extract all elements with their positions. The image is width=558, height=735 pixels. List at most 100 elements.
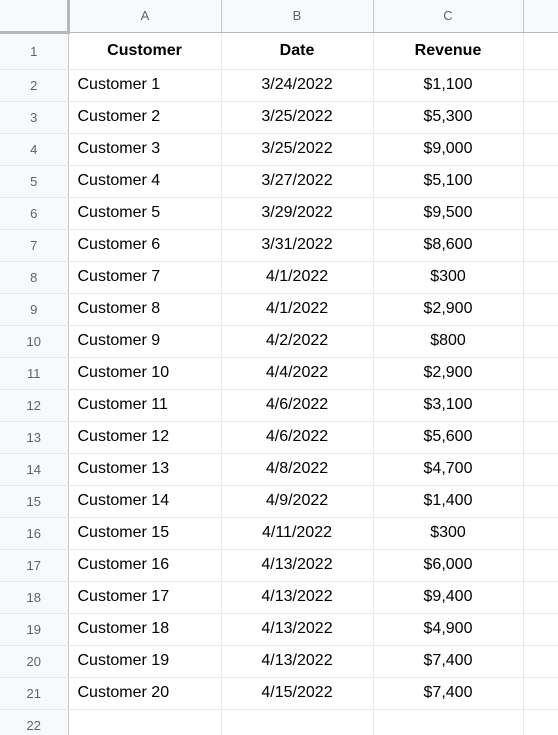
data-cell[interactable]: 4/4/2022	[221, 357, 374, 390]
empty-cell[interactable]	[523, 517, 558, 550]
row-header-2[interactable]: 2	[0, 69, 69, 102]
data-cell[interactable]: Customer 7	[68, 261, 222, 294]
data-cell[interactable]: Customer 17	[68, 581, 222, 614]
row-header-7[interactable]: 7	[0, 229, 69, 262]
data-cell[interactable]: $5,600	[373, 421, 524, 454]
data-cell[interactable]: $5,300	[373, 101, 524, 134]
empty-cell[interactable]	[523, 645, 558, 678]
data-cell[interactable]: Customer 13	[68, 453, 222, 486]
data-cell[interactable]: 3/27/2022	[221, 165, 374, 198]
row-header-20[interactable]: 20	[0, 645, 69, 678]
data-cell[interactable]: Customer 11	[68, 389, 222, 422]
row-header-12[interactable]: 12	[0, 389, 69, 422]
column-header-a[interactable]: A	[68, 0, 222, 33]
empty-cell[interactable]	[523, 261, 558, 294]
data-cell[interactable]: 4/6/2022	[221, 421, 374, 454]
data-cell[interactable]: 4/1/2022	[221, 261, 374, 294]
data-cell[interactable]: $2,900	[373, 293, 524, 326]
data-cell[interactable]: 4/9/2022	[221, 485, 374, 518]
data-cell[interactable]: 4/11/2022	[221, 517, 374, 550]
empty-cell[interactable]	[523, 197, 558, 230]
row-header-14[interactable]: 14	[0, 453, 69, 486]
data-cell[interactable]: $9,400	[373, 581, 524, 614]
data-cell[interactable]: Customer 19	[68, 645, 222, 678]
row-header-4[interactable]: 4	[0, 133, 69, 166]
data-cell[interactable]: Customer 8	[68, 293, 222, 326]
data-cell[interactable]: 4/13/2022	[221, 645, 374, 678]
data-cell[interactable]: $4,700	[373, 453, 524, 486]
column-header-b[interactable]: B	[221, 0, 374, 33]
empty-cell[interactable]	[523, 709, 558, 735]
data-cell[interactable]: Customer 4	[68, 165, 222, 198]
data-cell[interactable]: 4/1/2022	[221, 293, 374, 326]
data-cell[interactable]: 4/15/2022	[221, 677, 374, 710]
empty-cell[interactable]	[523, 389, 558, 422]
row-header-5[interactable]: 5	[0, 165, 69, 198]
row-header-18[interactable]: 18	[0, 581, 69, 614]
empty-cell[interactable]	[373, 709, 524, 735]
empty-cell[interactable]	[523, 421, 558, 454]
data-cell[interactable]: $5,100	[373, 165, 524, 198]
column-title-cell[interactable]: Revenue	[373, 32, 524, 70]
data-cell[interactable]: $9,500	[373, 197, 524, 230]
data-cell[interactable]: $300	[373, 517, 524, 550]
empty-cell[interactable]	[523, 101, 558, 134]
row-header-9[interactable]: 9	[0, 293, 69, 326]
row-header-6[interactable]: 6	[0, 197, 69, 230]
data-cell[interactable]: $1,100	[373, 69, 524, 102]
data-cell[interactable]: $7,400	[373, 677, 524, 710]
empty-cell[interactable]	[523, 549, 558, 582]
data-cell[interactable]: Customer 9	[68, 325, 222, 358]
empty-cell[interactable]	[523, 293, 558, 326]
empty-cell[interactable]	[523, 613, 558, 646]
row-header-19[interactable]: 19	[0, 613, 69, 646]
data-cell[interactable]: 3/24/2022	[221, 69, 374, 102]
data-cell[interactable]: $300	[373, 261, 524, 294]
empty-cell[interactable]	[221, 709, 374, 735]
row-header-3[interactable]: 3	[0, 101, 69, 134]
data-cell[interactable]: Customer 5	[68, 197, 222, 230]
data-cell[interactable]: $4,900	[373, 613, 524, 646]
data-cell[interactable]: Customer 12	[68, 421, 222, 454]
row-header-15[interactable]: 15	[0, 485, 69, 518]
row-header-1[interactable]: 1	[0, 32, 69, 70]
row-header-10[interactable]: 10	[0, 325, 69, 358]
empty-cell[interactable]	[523, 485, 558, 518]
row-header-16[interactable]: 16	[0, 517, 69, 550]
data-cell[interactable]: Customer 16	[68, 549, 222, 582]
data-cell[interactable]: 4/13/2022	[221, 613, 374, 646]
data-cell[interactable]: $800	[373, 325, 524, 358]
data-cell[interactable]: $2,900	[373, 357, 524, 390]
data-cell[interactable]: Customer 15	[68, 517, 222, 550]
data-cell[interactable]: 3/25/2022	[221, 133, 374, 166]
data-cell[interactable]: 3/29/2022	[221, 197, 374, 230]
data-cell[interactable]: 3/25/2022	[221, 101, 374, 134]
data-cell[interactable]: Customer 3	[68, 133, 222, 166]
data-cell[interactable]: 3/31/2022	[221, 229, 374, 262]
data-cell[interactable]: 4/6/2022	[221, 389, 374, 422]
data-cell[interactable]: Customer 20	[68, 677, 222, 710]
row-header-13[interactable]: 13	[0, 421, 69, 454]
empty-cell[interactable]	[523, 165, 558, 198]
data-cell[interactable]: 4/13/2022	[221, 549, 374, 582]
row-header-21[interactable]: 21	[0, 677, 69, 710]
data-cell[interactable]: $3,100	[373, 389, 524, 422]
data-cell[interactable]: $8,600	[373, 229, 524, 262]
empty-cell[interactable]	[523, 581, 558, 614]
data-cell[interactable]: $1,400	[373, 485, 524, 518]
empty-cell[interactable]	[523, 357, 558, 390]
data-cell[interactable]: $9,000	[373, 133, 524, 166]
data-cell[interactable]: $7,400	[373, 645, 524, 678]
row-header-11[interactable]: 11	[0, 357, 69, 390]
data-cell[interactable]: Customer 6	[68, 229, 222, 262]
data-cell[interactable]: Customer 2	[68, 101, 222, 134]
data-cell[interactable]: $6,000	[373, 549, 524, 582]
column-title-cell[interactable]: Customer	[68, 32, 222, 70]
data-cell[interactable]: 4/8/2022	[221, 453, 374, 486]
row-header-22[interactable]: 22	[0, 709, 69, 735]
row-header-8[interactable]: 8	[0, 261, 69, 294]
data-cell[interactable]: 4/13/2022	[221, 581, 374, 614]
empty-cell[interactable]	[68, 709, 222, 735]
data-cell[interactable]: Customer 10	[68, 357, 222, 390]
data-cell[interactable]: 4/2/2022	[221, 325, 374, 358]
